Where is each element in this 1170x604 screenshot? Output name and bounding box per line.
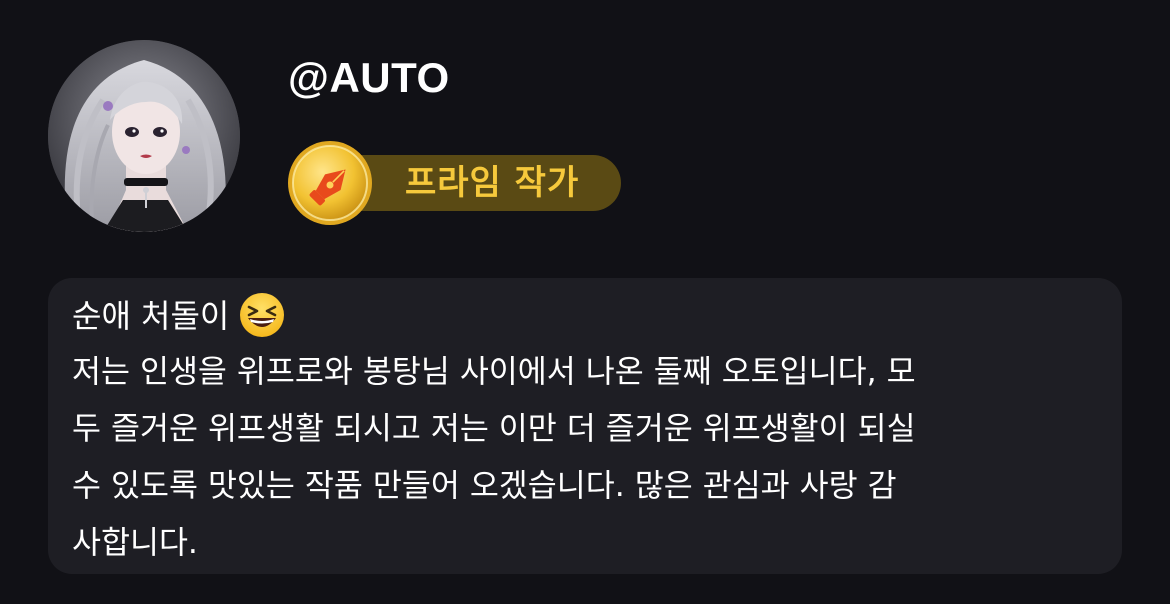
bio-title: 순애 처돌이 (72, 288, 285, 344)
avatar[interactable] (48, 40, 240, 232)
badge-label: 프라임 작가 (405, 163, 580, 203)
bio-text: 저는 인생을 위프로와 봉탕님 사이에서 나온 둘째 오토입니다, 모 두 즐거… (72, 354, 916, 561)
grinning-squinting-face-icon (239, 292, 285, 338)
avatar-illustration (48, 40, 240, 232)
bio-card: 순애 처돌이 저는 인생을 위프로와 봉탕님 사이에서 나온 둘째 오토입니다,… (48, 278, 1122, 574)
pen-nib-coin-icon (287, 140, 373, 226)
prime-author-badge[interactable]: 프라임 작가 (287, 140, 621, 226)
profile-page: @AUTO 프라임 작가 순애 처돌이 저는 인생을 위프로와 봉탕님 사이에서… (0, 0, 1170, 604)
username[interactable]: @AUTO (288, 52, 450, 104)
bio-title-text: 순애 처돌이 (72, 297, 230, 335)
